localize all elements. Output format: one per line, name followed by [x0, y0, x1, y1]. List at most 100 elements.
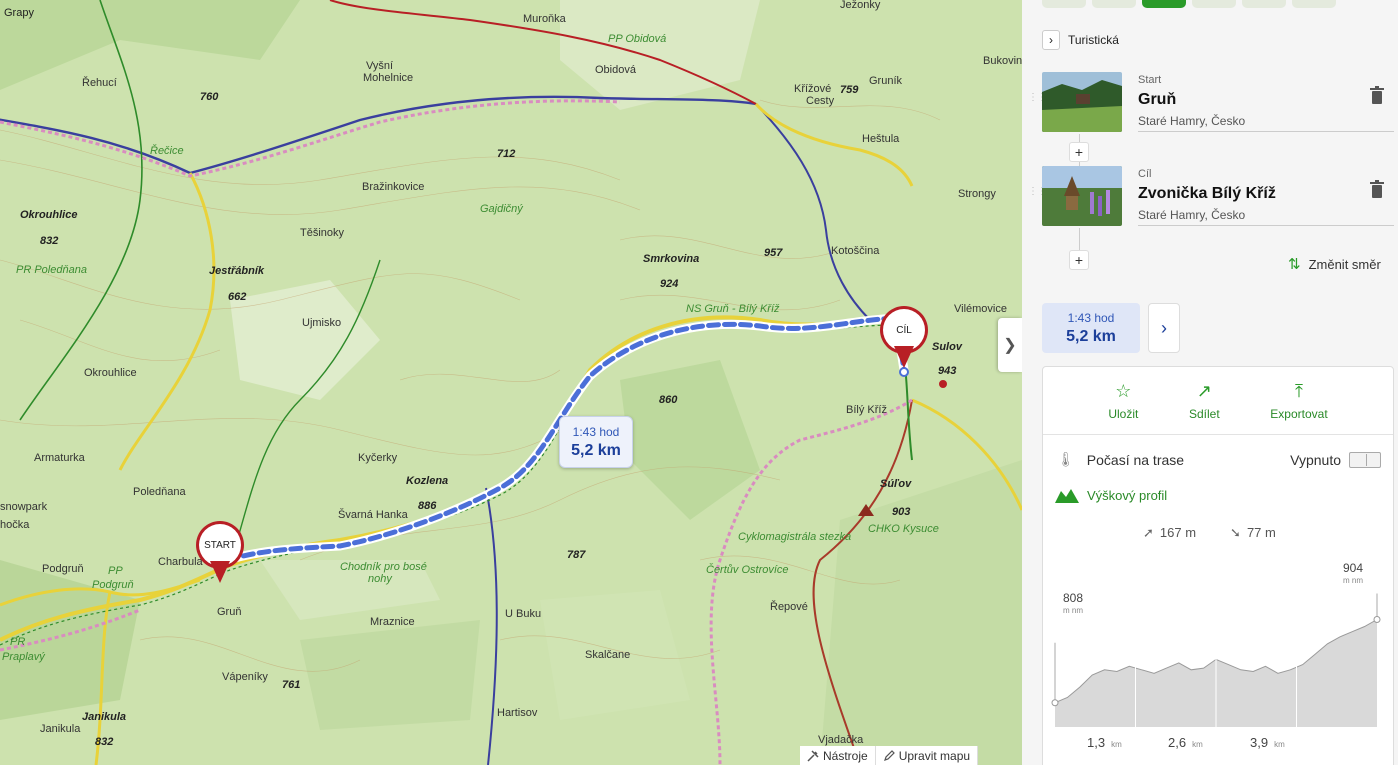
map-label: Janikula	[40, 723, 81, 735]
map-label: Mohelnice	[363, 72, 414, 84]
map-label: Armaturka	[34, 452, 85, 464]
route-info-bubble[interactable]: 1:43 hod 5,2 km	[559, 416, 633, 468]
weather-label: Počasí na trase	[1086, 451, 1185, 468]
map-label: Okrouhlice	[84, 367, 137, 379]
edit-map-label: Upravit mapu	[898, 748, 971, 763]
map-label: Chodník pro bosé	[340, 561, 427, 573]
map-label: Bražinkovice	[362, 181, 425, 193]
map-label: Řečice	[150, 145, 184, 157]
share-button[interactable]: ↗ Sdílet	[1189, 381, 1220, 434]
end-photo	[1042, 166, 1122, 226]
export-button[interactable]: ⤒ Exportovat	[1270, 381, 1327, 434]
summary-distance: 5,2 km	[1066, 328, 1116, 345]
route-panel: › Turistická ⋮⋮ Start Gruň Staré Hamry, …	[1022, 0, 1398, 765]
map-label: Sulov	[932, 341, 962, 353]
tools-button[interactable]: Nástroje	[800, 746, 876, 765]
map-label: PR	[10, 636, 26, 648]
map-label: Vjadačka	[818, 734, 864, 746]
save-button[interactable]: ☆ Uložit	[1108, 381, 1138, 434]
map-label: Janikula	[82, 711, 127, 723]
elevation-chart[interactable]: 808 m nm 904 m nm 1,3 km 2,6 km 3,9 km	[1043, 557, 1395, 757]
app: Grapy Muroňka Ježonky Bukovin PP Obidová Vyšn…	[0, 0, 1398, 765]
waypoint-end[interactable]: Cíl Zvonička Bílý Kříž Staré Hamry, Česk…	[1042, 166, 1394, 228]
trash-icon[interactable]	[1370, 86, 1384, 104]
max-elevation-marker	[1373, 616, 1381, 624]
map-label: 759	[840, 84, 859, 96]
collapse-panel-button[interactable]: ❯	[998, 318, 1022, 372]
map-label: snowpark	[0, 501, 48, 513]
map-label: 943	[938, 365, 957, 377]
map-label: 761	[282, 679, 301, 691]
map-label: Jestřábník	[209, 265, 265, 277]
map-label: 760	[200, 91, 219, 103]
reverse-direction-button[interactable]: ⇅ Změnit směr	[1288, 255, 1381, 273]
mode-tab[interactable]	[1192, 0, 1236, 8]
mode-tab-active[interactable]	[1142, 0, 1186, 8]
end-marker-tail	[894, 346, 914, 368]
map-label: Švarná Hanka	[338, 509, 408, 521]
mode-tab[interactable]	[1042, 0, 1086, 8]
mode-tab[interactable]	[1292, 0, 1336, 8]
map-label: 712	[497, 148, 516, 160]
weather-state: Vypnuto	[1290, 451, 1341, 468]
map-label: Muroňka	[523, 13, 566, 25]
start-location: Staré Hamry, Česko	[1138, 114, 1246, 128]
map-label: U Buku	[505, 608, 542, 620]
map-label: Vyšní	[366, 60, 394, 72]
map-label: Okrouhlice	[20, 209, 78, 221]
map-label: Kotoščina	[831, 245, 880, 257]
add-waypoint-button[interactable]: +	[1069, 250, 1089, 270]
transport-mode-tabs	[1042, 0, 1336, 8]
map-label: Kyčerky	[358, 452, 398, 464]
summary-time: 1:43 hod	[1067, 311, 1115, 325]
start-photo	[1042, 72, 1122, 132]
end-name: Zvonička Bílý Kříž	[1138, 185, 1276, 202]
next-variant-button[interactable]: ›	[1148, 303, 1180, 353]
end-marker[interactable]: CÍL	[880, 306, 928, 368]
map-label: 924	[660, 278, 679, 290]
waypoint-start[interactable]: Start Gruň Staré Hamry, Česko	[1042, 72, 1394, 134]
route-type-label: Turistická	[1068, 33, 1119, 47]
map-label: Poledňana	[133, 486, 186, 498]
add-waypoint-button[interactable]: +	[1069, 142, 1089, 162]
trash-icon[interactable]	[1370, 180, 1384, 198]
arrow-up-right-icon: ➚	[1143, 525, 1154, 540]
edit-map-button[interactable]: Upravit mapu	[876, 746, 979, 765]
start-marker[interactable]: START	[196, 521, 244, 583]
route-summary[interactable]: 1:43 hod 5,2 km	[1042, 303, 1140, 353]
map-canvas[interactable]	[0, 0, 1022, 765]
mode-tab[interactable]	[1092, 0, 1136, 8]
x-tick-2: 2,6 km	[1168, 735, 1203, 750]
start-name: Gruň	[1138, 91, 1177, 108]
min-elevation-marker	[1051, 699, 1059, 707]
map-label: PP Obidová	[608, 33, 667, 45]
map-view[interactable]: Grapy Muroňka Ježonky Bukovin PP Obidová Vyšn…	[0, 0, 1022, 765]
arrow-down-right-icon: ➘	[1230, 525, 1241, 540]
share-icon: ↗	[1196, 381, 1212, 401]
map-label: PR Poledňana	[16, 264, 87, 276]
map-label: Súľov	[880, 478, 912, 490]
weather-row: 🌡︎ Počasí na trase Vypnuto	[1057, 451, 1381, 468]
route-type-filter[interactable]: › Turistická	[1042, 30, 1119, 50]
plus-icon: +	[1074, 144, 1084, 160]
chevron-right-icon[interactable]: ›	[1042, 30, 1060, 50]
elevation-stats: ➚ 167 m ➘ 77 m	[1143, 525, 1276, 541]
map-label: Čertův Ostrovíce	[706, 564, 789, 576]
mode-tab[interactable]	[1242, 0, 1286, 8]
chevron-right-icon: ›	[1161, 317, 1167, 338]
map-label: 903	[892, 506, 911, 518]
elevation-profile-link[interactable]: Výškový profil	[1055, 487, 1167, 503]
star-icon: ☆	[1115, 381, 1132, 401]
swap-arrows-icon: ⇅	[1288, 256, 1301, 273]
map-label: Strongy	[958, 188, 996, 200]
route-detail-card: ☆ Uložit ↗ Sdílet ⤒ Exportovat 🌡︎ Počasí…	[1042, 366, 1394, 765]
map-label: Ujmisko	[302, 317, 342, 329]
x-tick-3: 3,9 km	[1250, 735, 1285, 750]
weather-toggle[interactable]	[1349, 451, 1381, 468]
x-tick-value: 2,6	[1168, 735, 1187, 750]
map-label: Křížové	[794, 83, 832, 95]
share-label: Sdílet	[1188, 407, 1220, 421]
map-label: Skalčane	[585, 649, 631, 661]
map-label: Obidová	[595, 64, 636, 76]
map-label: Těšinoky	[300, 227, 345, 239]
